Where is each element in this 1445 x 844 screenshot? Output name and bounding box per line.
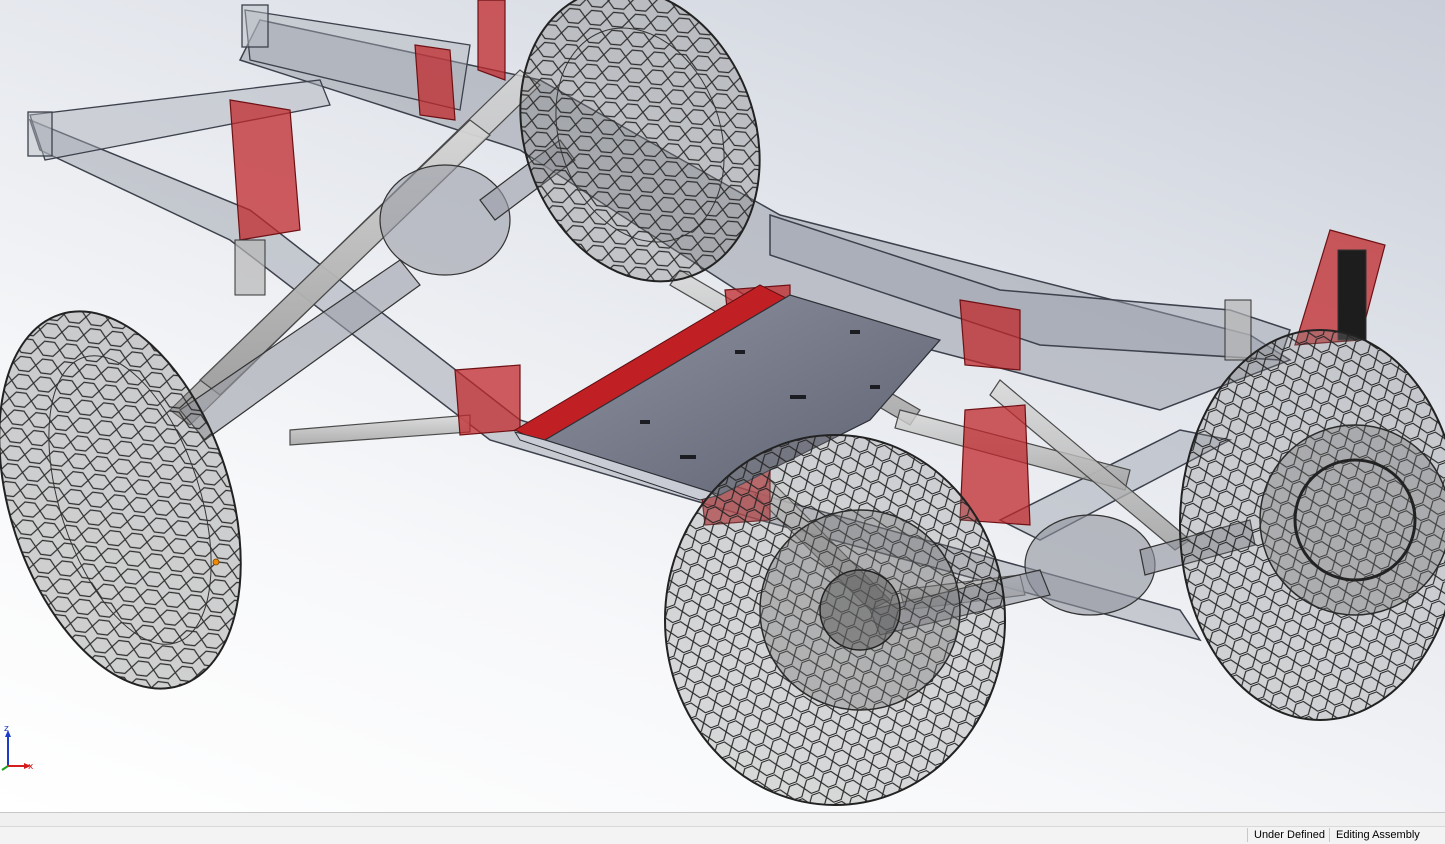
status-editing-mode: Editing Assembly [1336, 829, 1420, 841]
rear-left-tire [664, 434, 1006, 806]
assembly-model[interactable] [0, 0, 1445, 812]
status-separator [1247, 828, 1248, 842]
z-axis-label: z [4, 724, 9, 734]
status-separator [1329, 828, 1330, 842]
selection-point [212, 558, 220, 566]
rear-right-tire [1179, 329, 1445, 721]
status-bar: Under Defined Editing Assembly [0, 812, 1445, 844]
x-axis-label: x [28, 762, 34, 772]
status-definition: Under Defined [1254, 829, 1325, 841]
graphics-area[interactable]: z x [0, 0, 1445, 812]
coordinate-triad: z x [0, 722, 40, 772]
